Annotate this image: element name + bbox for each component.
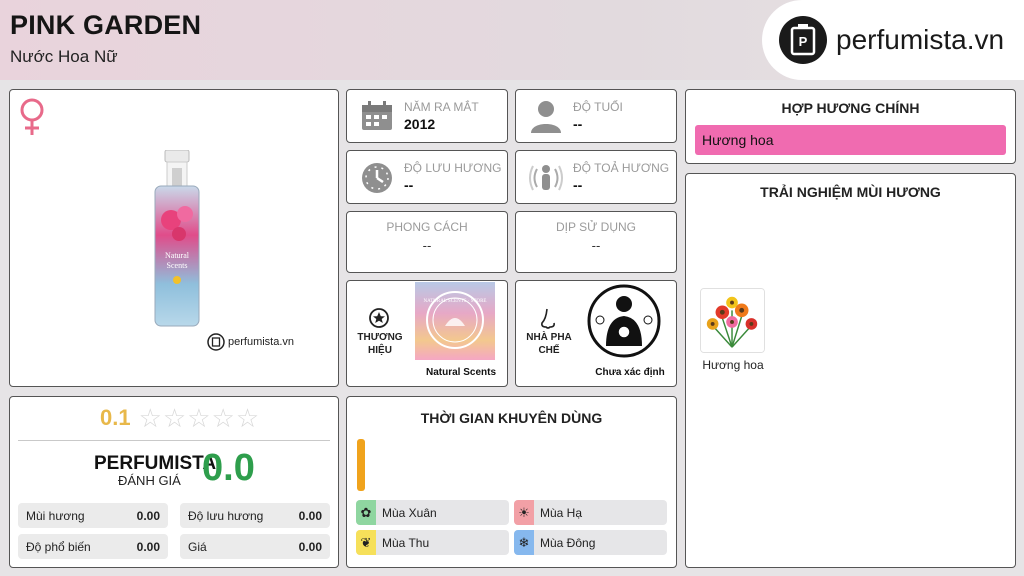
user-score: 0.1 [100,405,131,430]
season-label: Mùa Xuân [382,505,437,520]
scent-experience-title: TRẢI NGHIỆM MÙI HƯƠNG [760,184,941,200]
age-value: -- [573,116,583,132]
star-icon[interactable]: ☆ [212,405,235,431]
perfumista-label: PERFUMISTA [94,453,217,474]
radiating-person-icon [529,165,563,191]
perfume-bottle-logo-icon [207,333,225,351]
release-year-value: 2012 [404,116,436,132]
occasion-label: DỊP SỬ DỤNG [555,220,637,234]
perfume-subtitle: Nước Hoa Nữ [10,47,118,66]
season-card: THỜI GIAN KHUYÊN DÙNG ✿ Mùa Xuân ☀ Mùa H… [346,396,677,568]
season-label: Mùa Thu [382,535,430,550]
perfume-title: PINK GARDEN [10,10,202,40]
clock-icon [362,163,392,193]
site-logo[interactable]: P perfumista.vn [762,0,1024,80]
age-card: ĐỘ TUỔI -- [515,89,677,143]
star-icon[interactable]: ☆ [187,405,210,431]
stat-value: 0.00 [136,539,160,554]
perfumista-score: 0.0 [202,447,255,489]
divider [18,440,330,441]
season-autumn: ❦ Mùa Thu [356,530,509,555]
logo-text: perfumista.vn [836,24,1005,55]
stat-label: Mùi hương [26,508,85,523]
stat-longevity: Độ lưu hương 0.00 [180,503,330,528]
star-badge-icon [369,308,389,328]
page-header: PINK GARDEN Nước Hoa Nữ P perfumista.vn [0,0,1024,80]
note-name: Hương hoa [702,358,764,372]
product-bottle-image: Natural Scents [154,150,200,327]
product-card: Natural Scents perfumista.vn [9,89,339,387]
brand-card[interactable]: THƯƠNG HIỆU NATURAL SCENTS · STORE Natur… [346,280,508,387]
nose-icon [541,308,555,329]
season-title: THỜI GIAN KHUYÊN DÙNG [420,410,603,426]
stat-value: 0.00 [298,508,322,523]
spring-flower-icon: ✿ [356,500,376,525]
calendar-icon [362,101,392,130]
star-icon[interactable]: ☆ [139,405,162,431]
stat-label: Độ lưu hương [188,508,264,523]
stat-label: Giá [188,539,207,554]
style-value: -- [422,238,432,253]
accord-bar: Hương hoa [695,125,1006,155]
occasion-card: DỊP SỬ DỤNG -- [515,211,677,273]
season-winter: ❄ Mùa Đông [514,530,667,555]
svg-text:P: P [799,34,808,49]
brand-label: THƯƠNG HIỆU [357,332,403,356]
main-accords-title: HỢP HƯƠNG CHÍNH [781,100,920,116]
star-icon[interactable]: ☆ [163,405,186,431]
longevity-card: ĐỘ LƯU HƯƠNG -- [346,150,508,204]
stat-popularity: Độ phổ biến 0.00 [18,534,168,559]
longevity-label: ĐỘ LƯU HƯƠNG [404,161,502,175]
sillage-value: -- [573,177,583,193]
season-summer: ☀ Mùa Hạ [514,500,667,525]
perfumer-label: NHÀ PHA CHẾ [526,332,572,356]
season-spring: ✿ Mùa Xuân [356,500,509,525]
sillage-label: ĐỘ TOẢ HƯƠNG [573,161,670,175]
season-label: Mùa Đông [540,535,596,550]
female-icon [20,98,44,135]
age-label: ĐỘ TUỔI [573,100,623,114]
stat-value: 0.00 [136,508,160,523]
svg-text:Natural: Natural [165,251,190,260]
scent-experience-card: TRẢI NGHIỆM MÙI HƯƠNG Hương hoa [685,173,1016,568]
stat-scent: Mùi hương 0.00 [18,503,168,528]
stat-label: Độ phổ biến [26,539,91,554]
svg-text:Scents: Scents [167,261,188,270]
stat-price: Giá 0.00 [180,534,330,559]
user-rating[interactable]: 0.1 ☆ ☆ ☆ ☆ ☆ [100,405,260,431]
longevity-value: -- [404,177,414,193]
watermark: perfumista.vn [207,333,294,351]
perfumer-card[interactable]: NHÀ PHA CHẾ Chưa xác định [515,280,677,387]
person-icon [531,101,561,133]
brand-logo-text: NATURAL SCENTS · STORE [424,299,487,304]
style-label: PHONG CÁCH [386,220,468,234]
snowflake-icon: ❄ [514,530,534,555]
release-year-card: NĂM RA MẮT 2012 [346,89,508,143]
flower-note-image[interactable] [700,288,765,353]
main-accords-card: HỢP HƯƠNG CHÍNH Hương hoa [685,89,1016,164]
brand-name[interactable]: Natural Scents [413,367,509,378]
brand-logo-image: NATURAL SCENTS · STORE [415,282,495,360]
perfumer-name[interactable]: Chưa xác định [582,367,678,378]
season-indicator-bar [357,439,365,491]
perfumer-avatar [584,282,664,360]
season-label: Mùa Hạ [540,505,583,520]
release-year-label: NĂM RA MẮT [404,100,479,114]
star-icon[interactable]: ☆ [236,405,259,431]
occasion-value: -- [591,238,601,253]
perfumista-sublabel: ĐÁNH GIÁ [118,473,181,488]
sun-icon: ☀ [514,500,534,525]
rating-card: 0.1 ☆ ☆ ☆ ☆ ☆ PERFUMISTA ĐÁNH GIÁ 0.0 Mù… [9,396,339,568]
watermark-text: perfumista.vn [228,336,295,348]
stat-value: 0.00 [298,539,322,554]
leaf-icon: ❦ [356,530,376,555]
perfume-bottle-logo-icon: P [779,16,827,64]
sillage-card: ĐỘ TOẢ HƯƠNG -- [515,150,677,204]
style-card: PHONG CÁCH -- [346,211,508,273]
